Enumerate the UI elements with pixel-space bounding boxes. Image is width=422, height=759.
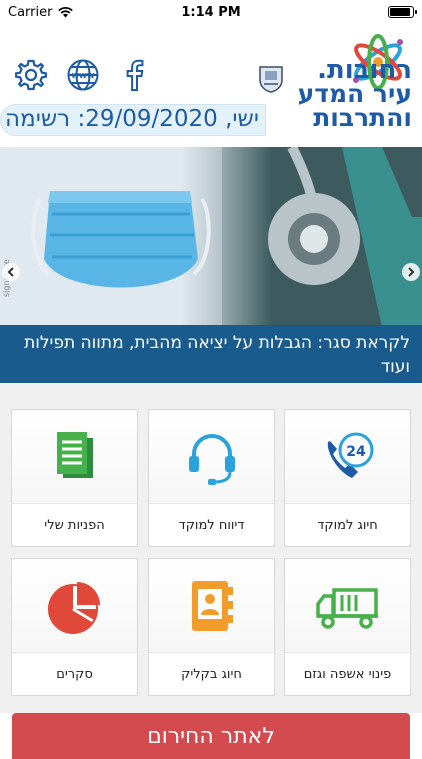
tile-surveys[interactable]: סקרים <box>11 558 138 696</box>
facebook-button[interactable] <box>116 56 154 94</box>
header-icons: WWW <box>12 56 154 94</box>
documents-icon <box>56 431 93 478</box>
globe-icon: WWW <box>67 59 99 91</box>
phone-24-icon: 24 <box>327 432 373 478</box>
website-button[interactable]: WWW <box>64 56 102 94</box>
settings-icon <box>15 59 47 91</box>
logo-text: רחובות. עיר המדע והתרבות <box>262 57 412 132</box>
settings-button[interactable] <box>12 56 50 94</box>
ticker-text: ישי, 29/09/2020: רשימה ש <box>1 106 259 132</box>
tile-icon-area <box>149 410 274 505</box>
tile-label: חיוג למוקד <box>285 503 410 546</box>
next-slide-button[interactable] <box>402 263 420 281</box>
battery-icon <box>388 6 417 18</box>
news-ticker[interactable]: ישי, 29/09/2020: רשימה ש <box>0 104 266 136</box>
svg-text:24: 24 <box>346 444 366 460</box>
pie-chart-icon <box>47 581 100 634</box>
banner-caption: לקראת סגר: הגבלות על יציאה מהבית, מתווה … <box>0 325 422 383</box>
tile-label: דיווח למוקד <box>149 503 274 546</box>
chevron-right-icon <box>408 267 415 277</box>
facebook-icon <box>126 59 144 91</box>
tile-label: הפניות שלי <box>12 503 137 546</box>
tile-icon-area <box>12 559 137 654</box>
services-grid: 24 חיוג למוקד דיווח למוקד הפניות שלי פינ… <box>0 383 422 713</box>
face-mask-image <box>31 191 211 288</box>
oxygen-mask-image <box>268 147 422 327</box>
tile-click-to-call[interactable]: חיוג בקליק <box>148 558 275 696</box>
tile-label: פינוי אשפה וגזם <box>285 652 410 695</box>
tile-icon-area <box>285 559 410 654</box>
chevron-left-icon <box>7 267 14 277</box>
app-header: WWW רחובות. עיר המדע והתרבות <box>0 24 422 130</box>
contacts-book-icon <box>191 580 233 631</box>
news-banner[interactable]: signature לקראת סגר: הגבלות על יציאה מהב… <box>0 147 422 383</box>
tile-icon-area: 24 <box>285 410 410 505</box>
logo-line3: והתרבות <box>313 103 412 132</box>
tile-waste-removal[interactable]: פינוי אשפה וגזם <box>284 558 411 696</box>
garbage-truck-icon <box>315 587 378 629</box>
tile-label: חיוג בקליק <box>149 652 274 695</box>
tile-call-center[interactable]: 24 חיוג למוקד <box>284 409 411 547</box>
tile-my-requests[interactable]: הפניות שלי <box>11 409 138 547</box>
tile-report[interactable]: דיווח למוקד <box>148 409 275 547</box>
tile-label: סקרים <box>12 652 137 695</box>
tile-icon-area <box>12 410 137 505</box>
tile-icon-area <box>149 559 274 654</box>
prev-slide-button[interactable] <box>2 263 20 281</box>
status-bar: Carrier 1:14 PM <box>0 0 422 24</box>
city-logo: רחובות. עיר המדע והתרבות <box>252 30 412 130</box>
svg-text:WWW: WWW <box>71 72 94 80</box>
status-time: 1:14 PM <box>181 4 241 20</box>
headset-icon <box>188 433 235 485</box>
emergency-site-button[interactable]: לאתר החירום <box>12 713 410 759</box>
